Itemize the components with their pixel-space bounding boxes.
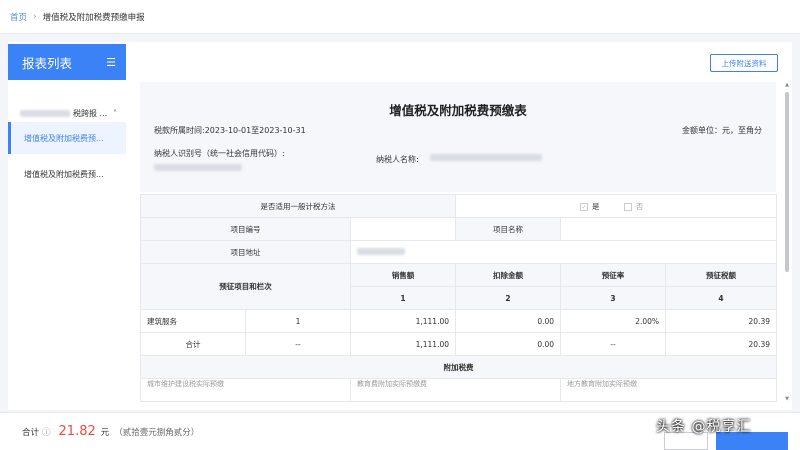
sidebar-item-prepay-1[interactable]: 增值税及附加税费预...: [8, 122, 126, 154]
total-unit: 元: [100, 427, 110, 438]
chevron-up-icon[interactable]: ˄: [113, 109, 117, 118]
sidebar-item-label: 增值税及附加税费预...: [24, 169, 104, 179]
breadcrumb-home-link[interactable]: 首页: [10, 11, 27, 23]
clipped-label: 教育费附加实际预缴费: [349, 378, 562, 402]
row-name: 建筑服务: [140, 309, 246, 333]
general-method-label: 是否适用一般计税方法: [139, 194, 457, 218]
total-amount: 21.82: [58, 424, 96, 439]
clipped-label: 城市维护建设税实际预缴: [140, 378, 351, 402]
no-label: 否: [635, 201, 644, 211]
row-rate: --: [560, 332, 667, 356]
redacted-text: [20, 109, 70, 117]
main-panel: 报表列表 ☰ 税跨报 ... ˄ 增值税及附加税费预... 增值税及附加税费预.…: [8, 42, 792, 410]
project-name-input[interactable]: [560, 217, 778, 241]
sidebar-title: 报表列表: [22, 55, 73, 71]
total-label: 合计: [22, 427, 40, 438]
breadcrumb-current: 增值税及附加税费预缴申报: [42, 12, 145, 23]
taxpayer-id-label: 纳税人识别号（统一社会信用代码）:: [154, 149, 285, 158]
sidebar-header: 报表列表 ☰: [8, 44, 126, 80]
form-title: 增值税及附加税费预缴表: [389, 103, 527, 118]
taxpayer-name-value: [430, 154, 542, 163]
col-num: 1: [349, 286, 457, 310]
list-icon[interactable]: ☰: [106, 56, 116, 69]
sidebar-group[interactable]: 税跨报 ... ˄: [8, 104, 126, 122]
top-bar: 首页 › 增值税及附加税费预缴申报: [0, 0, 800, 34]
header-rate: 预征率: [560, 263, 667, 287]
prepay-items-label: 预征项目和栏次: [140, 263, 351, 310]
row-sales: 1,111.00: [349, 332, 457, 356]
upload-attachments-button[interactable]: 上传附送资料: [710, 54, 778, 72]
taxpayer-id-value: [154, 164, 242, 173]
row-seq: --: [245, 332, 351, 356]
row-rate: 2.00%: [560, 309, 667, 333]
vertical-scrollbar[interactable]: ▲ ▼: [784, 82, 790, 402]
row-sales[interactable]: 1,111.00: [349, 309, 457, 333]
form-header: 增值税及附加税费预缴表 税款所属时间:2023-10-01至2023-10-31…: [140, 82, 776, 192]
yes-label: 是: [592, 201, 600, 211]
header-deduction: 扣除金额: [455, 263, 562, 287]
breadcrumb-separator-icon: ›: [33, 11, 37, 22]
header-sales: 销售额: [349, 263, 457, 287]
table-row: 合计 -- 1,111.00 0.00 -- 20.39: [140, 332, 778, 356]
taxpayer-name-label: 纳税人名称:: [376, 155, 419, 164]
prepay-table: 是否适用一般计税方法 ✓ 是 否 项目编号 项目名称 项目地址 预征项目和栏次 销…: [139, 194, 778, 402]
header-tax: 预征税额: [665, 263, 778, 287]
col-num: 4: [665, 286, 778, 310]
watermark: 头条 @税享汇: [656, 419, 752, 435]
project-no-label: 项目编号: [140, 217, 351, 241]
sidebar-item-label: 增值税及附加税费预...: [24, 133, 104, 143]
row-tax: 20.39: [665, 332, 778, 356]
tax-period: 税款所属时间:2023-10-01至2023-10-31: [154, 126, 306, 135]
project-name-label: 项目名称: [455, 217, 562, 241]
scroll-down-icon[interactable]: ▼: [784, 396, 790, 402]
project-addr-value[interactable]: [349, 240, 778, 264]
row-name: 合计: [140, 332, 246, 356]
row-seq: 1: [245, 309, 351, 333]
report-sidebar: 报表列表 ☰ 税跨报 ... ˄ 增值税及附加税费预... 增值税及附加税费预.…: [8, 44, 126, 410]
sidebar-item-prepay-2[interactable]: 增值税及附加税费预...: [8, 158, 126, 190]
yes-checkbox[interactable]: ✓: [580, 202, 589, 211]
amount-unit: 金额单位：元，至角分: [682, 126, 762, 135]
sidebar-group-label: 税跨报 ...: [73, 108, 108, 118]
total-words: （贰拾壹元捌角贰分）: [114, 427, 200, 438]
row-deduction: 0.00: [455, 332, 562, 356]
no-checkbox[interactable]: [623, 202, 632, 211]
row-deduction[interactable]: 0.00: [455, 309, 562, 333]
project-addr-label: 项目地址: [140, 240, 351, 264]
col-num: 2: [455, 286, 562, 310]
project-no-input[interactable]: [349, 217, 457, 241]
clipped-label: 地方教育附加实际预缴: [560, 378, 778, 402]
scroll-up-icon[interactable]: ▲: [784, 82, 790, 88]
row-tax: 20.39: [665, 309, 778, 333]
table-row: 建筑服务 1 1,111.00 0.00 2.00% 20.39: [140, 309, 778, 333]
scroll-thumb[interactable]: [785, 92, 789, 272]
info-icon[interactable]: ⓘ: [42, 426, 51, 438]
col-num: 3: [560, 286, 667, 310]
surtax-label: 附加税费: [139, 355, 778, 379]
general-method-options: ✓ 是 否: [455, 194, 778, 218]
